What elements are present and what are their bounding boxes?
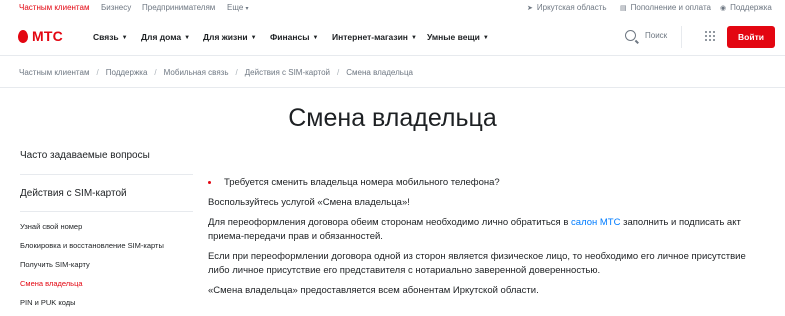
main-content: Требуется сменить владельца номера мобил… [208,176,768,298]
question-bullet: Требуется сменить владельца номера мобил… [208,176,768,190]
sidebar-item-pin-puk[interactable]: PIN и PUK коды [20,297,193,316]
breadcrumb-separator: / [154,68,157,77]
egg-logo-icon [18,29,28,43]
breadcrumb-separator: / [337,68,340,77]
sidebar-item-know-number[interactable]: Узнай свой номер [20,221,193,240]
chevron-down-icon: ▼ [250,35,257,41]
top-bar: Частным клиентам Бизнесу Предпринимателя… [0,0,785,18]
nav-item-home[interactable]: Для дома ▼ [141,32,190,42]
region-label: Иркутская область [536,3,607,12]
location-arrow-icon: ➤ [527,4,533,12]
breadcrumb-item[interactable]: Мобильная связь [164,68,229,77]
wallet-icon: ▤ [620,4,627,12]
divider [681,26,682,48]
breadcrumb-separator: / [96,68,99,77]
chevron-down-icon: ▼ [410,35,417,41]
nav-item-finance[interactable]: Финансы ▼ [270,32,318,42]
sidebar-item-change-owner[interactable]: Смена владельца [20,278,193,297]
nav-item-label: Для дома [141,32,182,42]
nav-item-label: Финансы [270,32,310,42]
chevron-down-icon: ▼ [121,35,128,41]
segment-entrepreneurs[interactable]: Предпринимателям [142,3,215,12]
segment-private[interactable]: Частным клиентам [19,3,89,12]
paragraph-availability: «Смена владельца» предоставляется всем а… [208,285,539,296]
breadcrumb-item[interactable]: Действия с SIM-картой [245,68,330,77]
breadcrumb-item[interactable]: Поддержка [106,68,148,77]
chevron-down-icon: ▼ [482,35,489,41]
sidebar-item-get-sim[interactable]: Получить SIM-карту [20,259,193,278]
paragraph-text: Для переоформления договора обеим сторон… [208,217,572,228]
question-text: Требуется сменить владельца номера мобил… [224,177,500,188]
logo[interactable]: МТС [18,28,63,44]
salon-mts-link[interactable]: салон МТС [571,217,620,228]
segment-more-label: Еще [227,3,244,12]
faq-link[interactable]: Часто задаваемые вопросы [20,150,193,161]
login-button[interactable]: Войти [727,26,775,48]
nav-item-shop[interactable]: Интернет-магазин ▼ [332,32,417,42]
sidebar-heading[interactable]: Действия с SIM-картой [20,188,193,199]
breadcrumb-item[interactable]: Частным клиентам [19,68,89,77]
search-label: Поиск [645,31,668,40]
breadcrumb-current: Смена владельца [346,68,413,77]
paragraph-procedure: Для переоформления договора обеим сторон… [208,216,768,244]
help-icon: ◉ [720,4,727,12]
nav-item-label: Умные вещи [427,32,480,42]
main-nav: МТС Связь ▼ Для дома ▼ Для жизни ▼ Финансы ▼… [0,18,785,56]
support-label: Поддержка [730,3,772,12]
nav-item-life[interactable]: Для жизни ▼ [203,32,257,42]
breadcrumb-separator: / [235,68,238,77]
sidebar-item-block-restore[interactable]: Блокировка и восстановление SIM-карты [20,240,193,259]
nav-item-smart-things[interactable]: Умные вещи ▼ [427,32,489,42]
breadcrumb-divider [0,87,785,88]
payments-label: Пополнение и оплата [630,3,711,12]
chevron-down-icon: ▾ [245,6,249,12]
apps-grid-icon[interactable] [705,31,715,41]
chevron-down-icon: ▼ [312,35,319,41]
segment-business[interactable]: Бизнесу [101,3,131,12]
paragraph-presence: Если при переоформлении договора одной и… [208,251,746,276]
brand-name: МТС [32,28,63,44]
region-selector[interactable]: ➤ Иркутская область [527,3,607,12]
support-link[interactable]: ◉ Поддержка [720,3,772,12]
sidebar: Часто задаваемые вопросы Действия с SIM-… [20,150,193,316]
divider [20,211,193,212]
breadcrumb: Частным клиентам / Поддержка / Мобильная… [19,68,413,77]
search-icon [625,30,636,41]
segment-more[interactable]: Еще ▾ [227,3,249,12]
nav-item-label: Для жизни [203,32,248,42]
bullet-dot-icon [208,181,211,184]
payments-link[interactable]: ▤ Пополнение и оплата [620,3,711,12]
paragraph-intro: Воспользуйтесь услугой «Смена владельца»… [208,197,410,208]
nav-item-connection[interactable]: Связь ▼ [93,32,128,42]
search-button[interactable]: Поиск [625,30,667,41]
nav-item-label: Интернет-магазин [332,32,408,42]
sidebar-list: Узнай свой номер Блокировка и восстановл… [20,221,193,316]
page-title: Смена владельца [288,104,497,132]
nav-item-label: Связь [93,32,119,42]
divider [20,174,193,175]
chevron-down-icon: ▼ [184,35,191,41]
